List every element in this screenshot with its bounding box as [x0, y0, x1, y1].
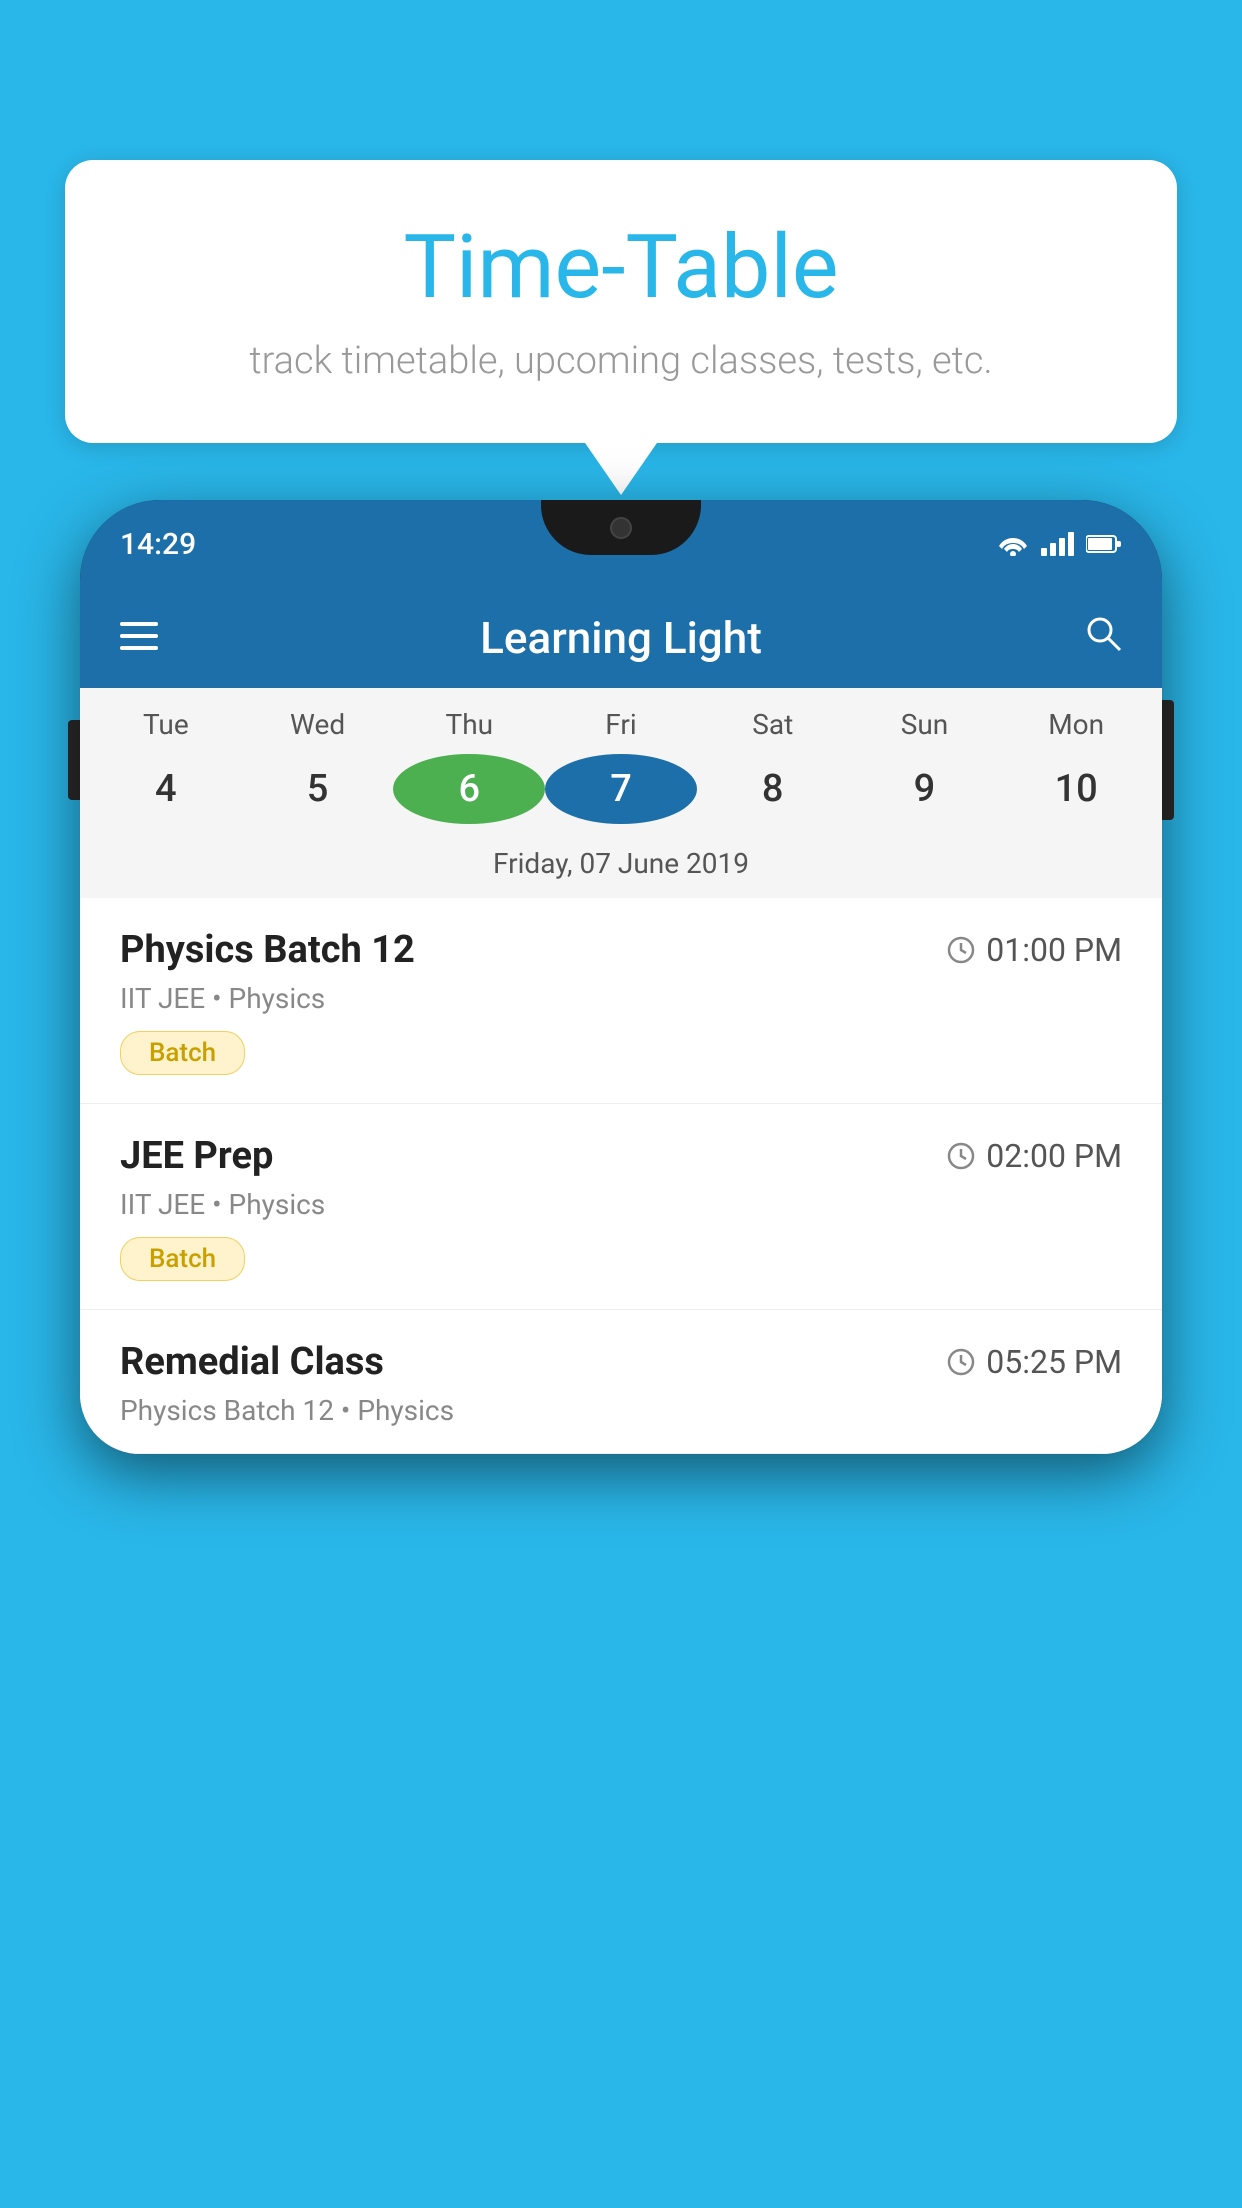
date-6[interactable]: 6: [393, 754, 545, 824]
day-thu: Thu: [393, 708, 545, 741]
date-10[interactable]: 10: [1000, 754, 1152, 824]
item2-subtitle: IIT JEE • Physics: [120, 1188, 1122, 1221]
date-7[interactable]: 7: [545, 754, 697, 824]
search-icon[interactable]: [1084, 614, 1122, 662]
status-bar: 14:29: [80, 500, 1162, 588]
day-wed: Wed: [242, 708, 394, 741]
speech-bubble: Time-Table track timetable, upcoming cla…: [65, 160, 1177, 443]
item1-badge: Batch: [120, 1031, 245, 1075]
clock-icon: [946, 935, 976, 965]
day-fri: Fri: [545, 708, 697, 741]
day-sat: Sat: [697, 708, 849, 741]
selected-date-label: Friday, 07 June 2019: [80, 839, 1162, 898]
day-mon: Mon: [1000, 708, 1152, 741]
camera: [610, 517, 632, 539]
bubble-subtitle: track timetable, upcoming classes, tests…: [125, 335, 1117, 388]
item1-time: 01:00 PM: [946, 931, 1122, 969]
date-4[interactable]: 4: [90, 754, 242, 824]
item3-time: 05:25 PM: [946, 1343, 1122, 1381]
date-9[interactable]: 9: [849, 754, 1001, 824]
item1-title: Physics Batch 12: [120, 928, 415, 972]
battery-icon: [1086, 534, 1122, 554]
item3-subtitle: Physics Batch 12 • Physics: [120, 1394, 1122, 1427]
speech-bubble-container: Time-Table track timetable, upcoming cla…: [65, 160, 1177, 443]
schedule-item-1[interactable]: Physics Batch 12 01:00 PM IIT JEE • Phys…: [80, 898, 1162, 1104]
item2-header: JEE Prep 02:00 PM: [120, 1134, 1122, 1178]
wifi-icon: [997, 532, 1029, 556]
schedule-list: Physics Batch 12 01:00 PM IIT JEE • Phys…: [80, 898, 1162, 1454]
hamburger-icon[interactable]: [120, 619, 158, 657]
date-8[interactable]: 8: [697, 754, 849, 824]
schedule-item-3[interactable]: Remedial Class 05:25 PM Physics Batch 12…: [80, 1310, 1162, 1454]
schedule-item-2[interactable]: JEE Prep 02:00 PM IIT JEE • Physics Batc…: [80, 1104, 1162, 1310]
app-title: Learning Light: [480, 612, 762, 664]
item1-header: Physics Batch 12 01:00 PM: [120, 928, 1122, 972]
date-5[interactable]: 5: [242, 754, 394, 824]
item2-time: 02:00 PM: [946, 1137, 1122, 1175]
day-headers: Tue Wed Thu Fri Sat Sun Mon: [80, 688, 1162, 746]
notch: [541, 500, 701, 555]
date-row: 4 5 6 7 8 9 10: [80, 746, 1162, 839]
phone-container: 14:29: [80, 500, 1162, 2208]
item2-badge: Batch: [120, 1237, 245, 1281]
day-sun: Sun: [849, 708, 1001, 741]
status-time: 14:29: [120, 527, 196, 562]
clock-icon-3: [946, 1347, 976, 1377]
item2-title: JEE Prep: [120, 1134, 273, 1178]
item1-subtitle: IIT JEE • Physics: [120, 982, 1122, 1015]
item3-header: Remedial Class 05:25 PM: [120, 1340, 1122, 1384]
status-icons: [997, 532, 1122, 556]
power-button: [1162, 700, 1174, 820]
phone-frame: 14:29: [80, 500, 1162, 1454]
bubble-title: Time-Table: [125, 220, 1117, 317]
phone-wrapper: 14:29: [80, 500, 1162, 1454]
day-tue: Tue: [90, 708, 242, 741]
clock-icon-2: [946, 1141, 976, 1171]
app-header: Learning Light: [80, 588, 1162, 688]
calendar-section: Tue Wed Thu Fri Sat Sun Mon 4 5 6 7: [80, 688, 1162, 898]
volume-button: [68, 720, 80, 800]
signal-icon: [1041, 532, 1074, 556]
item3-title: Remedial Class: [120, 1340, 384, 1384]
